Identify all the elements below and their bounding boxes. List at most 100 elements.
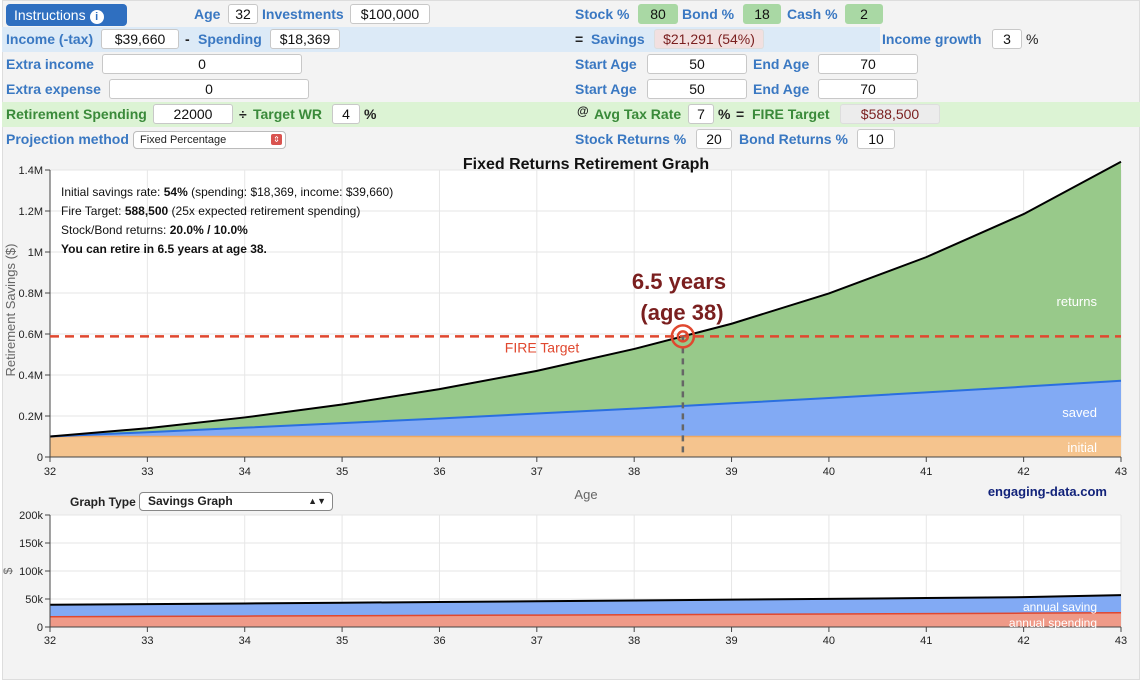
- x-tick-label: 41: [920, 466, 932, 478]
- age-input[interactable]: 32: [228, 4, 258, 24]
- fire-target-output: $588,500: [840, 104, 940, 124]
- savings-output: $21,291 (54%): [654, 29, 764, 49]
- extra-expense-start-label: Start Age: [575, 81, 637, 97]
- y-tick-label: 0.8M: [19, 288, 43, 300]
- x-tick-label: 33: [141, 466, 153, 478]
- y-tick-label: 50k: [25, 594, 43, 606]
- income-growth-label: Income growth: [882, 31, 982, 47]
- spending-label: Spending: [198, 31, 262, 47]
- stock-pct-input[interactable]: 80: [638, 4, 678, 24]
- y-tick-label: 0.2M: [19, 411, 43, 423]
- x-tick-label: 39: [725, 635, 737, 647]
- bond-returns-input[interactable]: 10: [857, 129, 895, 149]
- x-tick-label: 32: [44, 466, 56, 478]
- fire-target-label: FIRE Target: [505, 339, 580, 355]
- row-retirement: Retirement Spending 22000 ÷ Target WR 4 …: [2, 102, 1140, 127]
- equals-sign-2: =: [736, 106, 745, 122]
- investments-label: Investments: [262, 6, 344, 22]
- minus-sign: -: [185, 31, 190, 47]
- label-saved: saved: [1062, 405, 1097, 420]
- y-tick-label: 0: [37, 622, 43, 634]
- label-annual-spending: annual spending: [1009, 616, 1097, 630]
- age-label: Age: [194, 6, 221, 22]
- retirement-spending-input[interactable]: 22000: [153, 104, 233, 124]
- x-tick-label: 42: [1018, 635, 1030, 647]
- retire-annotation-years: 6.5 years: [632, 269, 726, 294]
- y-tick-label: 100k: [19, 566, 43, 578]
- info-line: Initial savings rate: 54% (spending: $18…: [61, 185, 393, 199]
- chevron-updown-icon: ⇕: [271, 134, 282, 145]
- x-tick-label: 35: [336, 635, 348, 647]
- y-tick-label: 0.6M: [19, 329, 43, 341]
- info-icon: i: [89, 10, 104, 24]
- extra-expense-end-input[interactable]: 70: [818, 79, 918, 99]
- bond-pct-input[interactable]: 18: [743, 4, 781, 24]
- x-tick-label: 36: [433, 466, 445, 478]
- y-tick-label: 0.4M: [19, 370, 43, 382]
- info-line: You can retire in 6.5 years at age 38.: [61, 242, 267, 256]
- projection-method-select[interactable]: Fixed Percentage ⇕: [133, 131, 286, 149]
- extra-income-input[interactable]: 0: [102, 54, 302, 74]
- info-line: Stock/Bond returns: 20.0% / 10.0%: [61, 223, 248, 237]
- x-tick-label: 40: [823, 466, 835, 478]
- avg-tax-unit: %: [718, 106, 731, 122]
- chart-title: Fixed Returns Retirement Graph: [463, 156, 709, 173]
- row-extra-expense: Extra expense 0 Start Age 50 End Age 70: [2, 77, 1140, 102]
- y-axis-label: $: [1, 567, 15, 574]
- income-growth-unit: %: [1026, 31, 1039, 47]
- x-tick-label: 37: [531, 635, 543, 647]
- retire-annotation-age: (age 38): [640, 300, 723, 325]
- x-tick-label: 35: [336, 466, 348, 478]
- series-area-initial: [50, 436, 1121, 457]
- income-input[interactable]: $39,660: [101, 29, 179, 49]
- extra-expense-input[interactable]: 0: [109, 79, 309, 99]
- stock-returns-input[interactable]: 20: [696, 129, 732, 149]
- label-returns: returns: [1057, 294, 1098, 309]
- x-tick-label: 41: [920, 635, 932, 647]
- extra-income-start-input[interactable]: 50: [647, 54, 747, 74]
- investments-input[interactable]: $100,000: [350, 4, 430, 24]
- bond-pct-label: Bond %: [682, 6, 735, 22]
- x-tick-label: 37: [531, 466, 543, 478]
- brand-link: engaging-data.com: [988, 484, 1107, 499]
- equals-sign: =: [575, 31, 584, 47]
- projection-method-value: Fixed Percentage: [140, 134, 227, 146]
- x-axis-label: Age: [574, 487, 597, 502]
- row-income: Income (-tax) $39,660 - Spending $18,369…: [2, 27, 880, 52]
- x-tick-label: 36: [433, 635, 445, 647]
- avg-tax-input[interactable]: 7: [688, 104, 714, 124]
- row-income-growth: Income growth 3 %: [880, 27, 1140, 52]
- x-tick-label: 39: [725, 466, 737, 478]
- extra-expense-label: Extra expense: [6, 81, 101, 97]
- savings-graph: 0 50k 100k 150k 200k 32 33 34 35 36 37 38 39 40 41 42 43…: [1, 510, 1127, 647]
- x-tick-label: 32: [44, 635, 56, 647]
- retirement-spending-label: Retirement Spending: [6, 106, 147, 122]
- info-line: Fire Target: 588,500 (25x expected retir…: [61, 204, 360, 218]
- x-tick-label: 33: [141, 635, 153, 647]
- cash-pct-input[interactable]: 2: [845, 4, 883, 24]
- divide-sign: ÷: [239, 106, 247, 122]
- income-growth-input[interactable]: 3: [992, 29, 1022, 49]
- label-annual-saving: annual saving: [1023, 600, 1097, 614]
- x-tick-label: 42: [1018, 466, 1030, 478]
- target-wr-unit: %: [364, 106, 377, 122]
- spending-input[interactable]: $18,369: [270, 29, 340, 49]
- cash-pct-label: Cash %: [787, 6, 838, 22]
- extra-income-end-label: End Age: [753, 56, 810, 72]
- target-wr-input[interactable]: 4: [332, 104, 360, 124]
- income-label: Income (-tax): [6, 31, 94, 47]
- retirement-graph: 0 0.2M 0.4M 0.6M 0.8M 1M 1.2M 1.4M 32 33 34 35 36 37 3…: [3, 156, 1127, 502]
- avg-tax-label: Avg Tax Rate: [594, 106, 682, 122]
- instructions-button[interactable]: Instructions i: [6, 4, 127, 26]
- x-tick-label: 43: [1115, 466, 1127, 478]
- x-tick-label: 38: [628, 466, 640, 478]
- y-tick-label: 1.2M: [19, 206, 43, 218]
- extra-expense-end-label: End Age: [753, 81, 810, 97]
- row-header: Instructions i Age 32 Investments $100,00…: [2, 2, 1140, 27]
- label-initial: initial: [1067, 440, 1097, 455]
- savings-label: Savings: [591, 31, 645, 47]
- y-tick-label: 150k: [19, 538, 43, 550]
- extra-income-end-input[interactable]: 70: [818, 54, 918, 74]
- extra-expense-start-input[interactable]: 50: [647, 79, 747, 99]
- y-tick-label: 200k: [19, 510, 43, 522]
